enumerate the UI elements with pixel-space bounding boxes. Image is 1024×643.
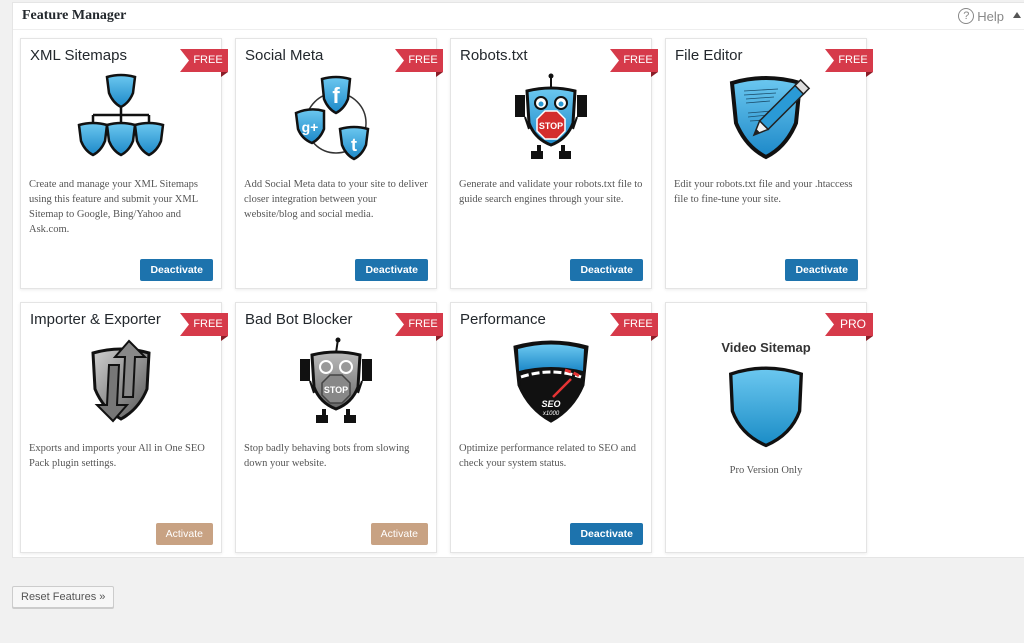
question-circle-icon: ? bbox=[958, 8, 975, 24]
free-badge: FREE bbox=[825, 49, 873, 72]
ribbon-fold bbox=[866, 336, 873, 341]
robot-stop-icon: STOP bbox=[515, 73, 587, 159]
feature-card-video-sitemap: PRO Video Sitemap Pro Version Only bbox=[665, 302, 873, 553]
feature-title: Performance bbox=[460, 311, 546, 328]
feature-card-importer-exporter: Importer & Exporter FREE Exports and imp… bbox=[20, 302, 228, 553]
feature-title: Bad Bot Blocker bbox=[245, 311, 353, 328]
social-shields-icon: f g+ t bbox=[294, 75, 370, 161]
shield-pencil-icon bbox=[729, 76, 811, 160]
feature-card-robots-txt: Robots.txt FREE STOP Generate and valida… bbox=[450, 38, 658, 289]
pro-badge: PRO bbox=[825, 313, 873, 336]
feature-description: Create and manage your XML Sitemaps usin… bbox=[29, 179, 199, 235]
free-badge: FREE bbox=[610, 313, 658, 336]
ribbon-fold bbox=[651, 336, 658, 341]
feature-description: Generate and validate your robots.txt fi… bbox=[459, 179, 643, 205]
deactivate-button[interactable]: Deactivate bbox=[570, 523, 643, 545]
panel-header: Feature Manager ? Help bbox=[13, 3, 1024, 30]
shield-icon bbox=[728, 366, 804, 448]
feature-description: Add Social Meta data to your site to del… bbox=[244, 179, 428, 220]
svg-text:t: t bbox=[351, 135, 357, 155]
ribbon-fold bbox=[221, 72, 228, 77]
help-label: Help bbox=[977, 8, 1004, 24]
free-badge: FREE bbox=[180, 313, 228, 336]
feature-card-xml-sitemaps: XML Sitemaps FREE Create and manage your… bbox=[20, 38, 228, 289]
feature-title: Robots.txt bbox=[460, 47, 528, 64]
deactivate-button[interactable]: Deactivate bbox=[570, 259, 643, 281]
ribbon-fold bbox=[866, 72, 873, 77]
svg-text:STOP: STOP bbox=[324, 385, 348, 395]
deactivate-button[interactable]: Deactivate bbox=[140, 259, 213, 281]
ribbon-fold bbox=[436, 336, 443, 341]
import-export-arrows-icon bbox=[91, 339, 151, 423]
ribbon-fold bbox=[436, 72, 443, 77]
free-badge: FREE bbox=[395, 313, 443, 336]
feature-title: Social Meta bbox=[245, 47, 324, 64]
collapse-toggle-icon[interactable] bbox=[1013, 12, 1021, 18]
feature-title: File Editor bbox=[675, 47, 743, 64]
feature-title: Importer & Exporter bbox=[30, 311, 161, 328]
deactivate-button[interactable]: Deactivate bbox=[355, 259, 428, 281]
svg-text:g+: g+ bbox=[302, 119, 319, 135]
pro-version-note: Pro Version Only bbox=[729, 465, 803, 476]
deactivate-button[interactable]: Deactivate bbox=[785, 259, 858, 281]
free-badge: FREE bbox=[180, 49, 228, 72]
feature-card-performance: Performance FREE SEO x1000 Optimize perf… bbox=[450, 302, 658, 553]
svg-text:STOP: STOP bbox=[539, 121, 563, 131]
feature-card-file-editor: File Editor FREE Edit your robots.txt fi… bbox=[665, 38, 873, 289]
feature-manager-panel: Feature Manager ? Help XML Sitemaps FREE… bbox=[12, 2, 1024, 558]
free-badge: FREE bbox=[395, 49, 443, 72]
help-button[interactable]: ? Help bbox=[958, 8, 1004, 24]
activate-button[interactable]: Activate bbox=[155, 523, 213, 545]
svg-text:f: f bbox=[332, 83, 340, 108]
ribbon-fold bbox=[651, 72, 658, 77]
activate-button[interactable]: Activate bbox=[370, 523, 428, 545]
feature-description: Optimize performance related to SEO and … bbox=[459, 443, 636, 469]
ribbon-fold bbox=[221, 336, 228, 341]
feature-description: Stop badly behaving bots from slowing do… bbox=[244, 443, 410, 469]
feature-title: Video Sitemap bbox=[721, 340, 811, 355]
bad-bot-stop-icon: STOP bbox=[300, 337, 372, 423]
feature-description: Exports and imports your All in One SEO … bbox=[29, 443, 205, 469]
feature-description: Edit your robots.txt file and your .htac… bbox=[674, 179, 853, 205]
feature-title: XML Sitemaps bbox=[30, 47, 127, 64]
speedometer-shield-icon: SEO x1000 bbox=[513, 340, 589, 423]
svg-text:SEO: SEO bbox=[541, 399, 560, 409]
feature-card-social-meta: Social Meta FREE f g+ t Add Social Meta … bbox=[235, 38, 443, 289]
reset-features-button[interactable]: Reset Features » bbox=[12, 586, 115, 608]
sitemap-shields-icon bbox=[77, 73, 165, 157]
free-badge: FREE bbox=[610, 49, 658, 72]
svg-text:x1000: x1000 bbox=[542, 411, 560, 417]
panel-title: Feature Manager bbox=[22, 8, 127, 23]
feature-card-bad-bot-blocker: Bad Bot Blocker FREE STOP Stop badly beh… bbox=[235, 302, 443, 553]
